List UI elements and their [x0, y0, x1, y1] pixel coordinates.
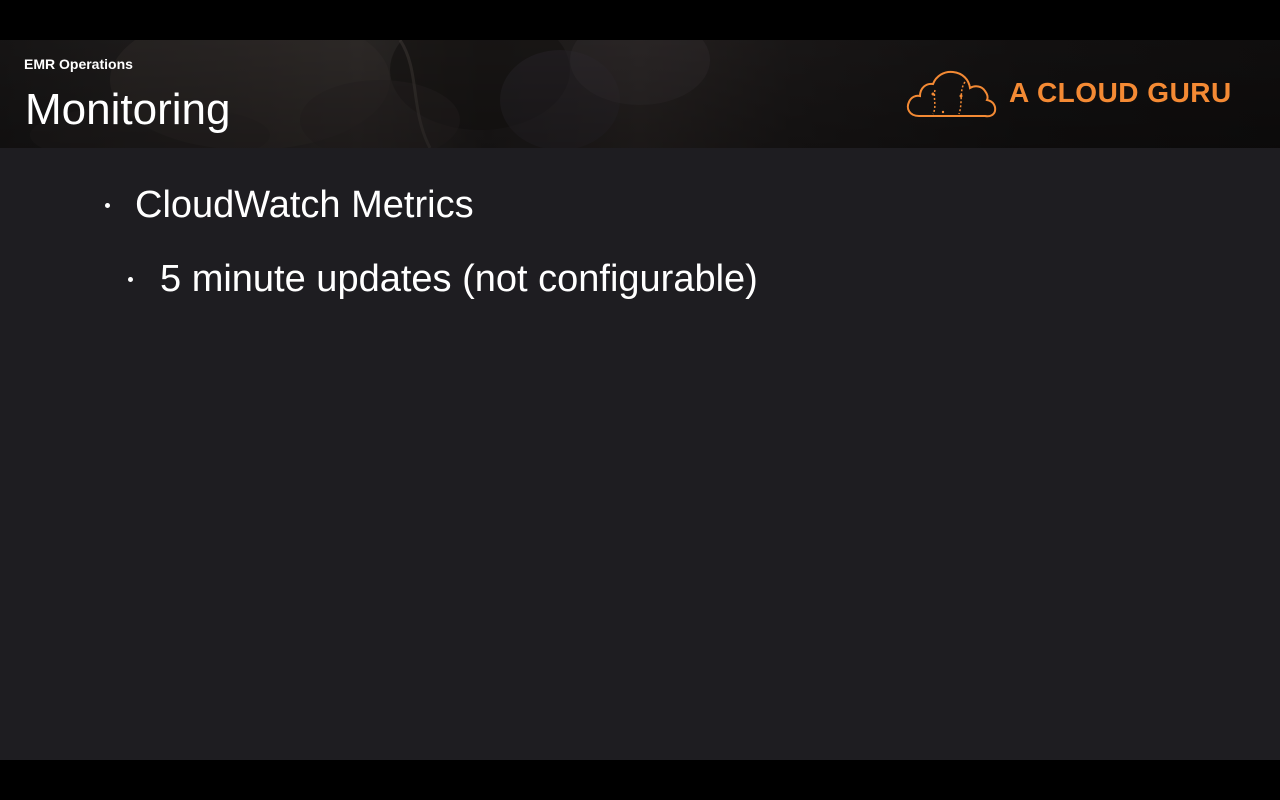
logo-text: A CLOUD GURU: [1009, 77, 1232, 108]
bullet-item-level-1: CloudWatch Metrics: [135, 184, 474, 226]
brand-logo: A CLOUD GURU: [905, 68, 1245, 120]
cloud-logo-icon: [906, 70, 997, 118]
slide-title: Monitoring: [25, 85, 231, 134]
bullet-item-level-2: 5 minute updates (not configurable): [160, 258, 758, 300]
slide-header: EMR Operations Monitoring A CLOUD GURU: [0, 40, 1280, 148]
section-label: EMR Operations: [24, 56, 133, 72]
letterbox-top: [0, 0, 1280, 40]
bullet-dot-icon: [128, 277, 133, 282]
bullet-dot-icon: [105, 203, 110, 208]
letterbox-bottom: [0, 760, 1280, 800]
slide: EMR Operations Monitoring A CLOUD GURU C…: [0, 40, 1280, 760]
